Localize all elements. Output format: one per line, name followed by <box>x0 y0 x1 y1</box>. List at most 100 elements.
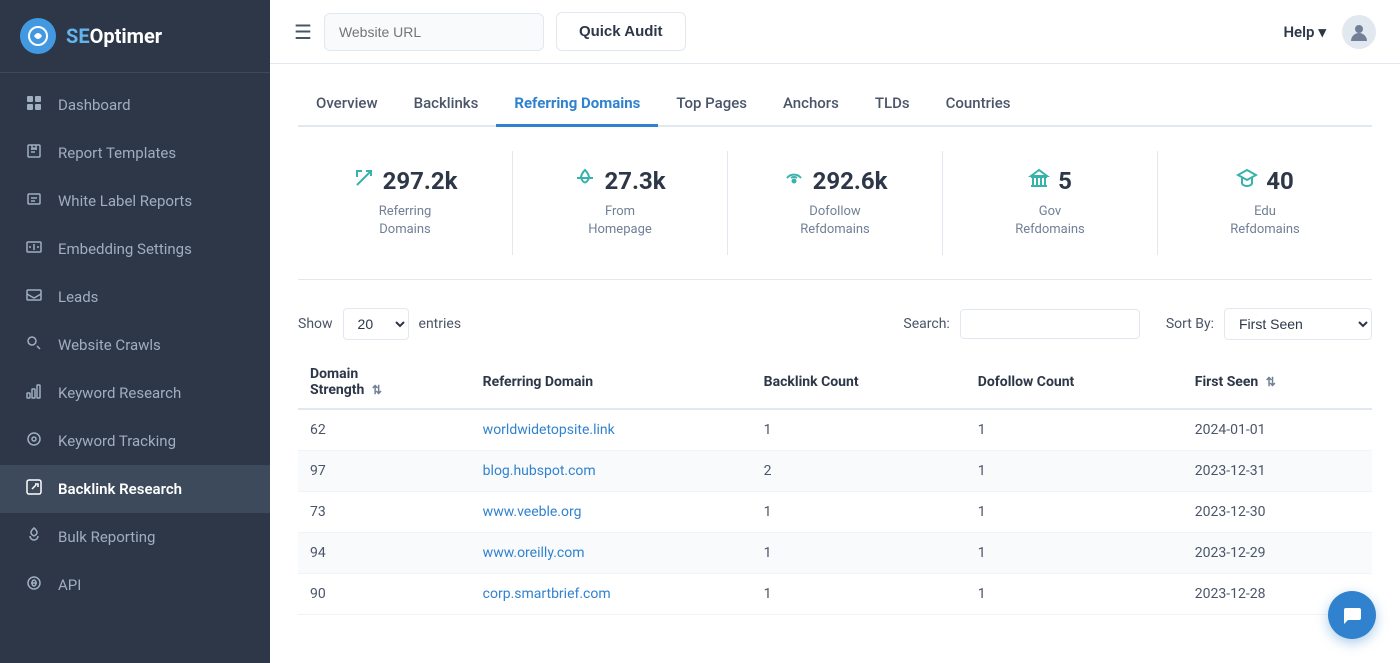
api-icon <box>24 575 44 595</box>
col-domain-strength[interactable]: DomainStrength ⇅ <box>298 356 471 409</box>
sidebar-item-label: Report Templates <box>58 144 176 162</box>
sidebar-item-label: Keyword Tracking <box>58 432 176 450</box>
domain-link[interactable]: blog.hubspot.com <box>483 463 596 479</box>
cell-backlinks: 1 <box>752 574 966 615</box>
table-row: 73 www.veeble.org 1 1 2023-12-30 <box>298 492 1372 533</box>
sidebar-item-report-templates[interactable]: Report Templates <box>0 129 270 177</box>
sidebar-item-embedding[interactable]: Embedding Settings <box>0 225 270 273</box>
entries-select[interactable]: 20 50 100 <box>343 308 409 340</box>
sidebar-item-label: API <box>58 576 81 594</box>
stat-label: EduRefdomains <box>1178 203 1352 239</box>
cell-backlinks: 1 <box>752 492 966 533</box>
logo[interactable]: SEOptimer <box>0 0 270 73</box>
bulk-reporting-icon <box>24 527 44 547</box>
url-input[interactable] <box>324 13 544 51</box>
table-controls: Show 20 50 100 entries Search: Sort By: … <box>298 308 1372 340</box>
embedding-icon <box>24 239 44 259</box>
sidebar-item-white-label[interactable]: White Label Reports <box>0 177 270 225</box>
help-chevron: ▾ <box>1318 23 1326 41</box>
sidebar-item-keyword-research[interactable]: Keyword Research <box>0 369 270 417</box>
cell-first-seen: 2024-01-01 <box>1183 409 1372 451</box>
table-row: 94 www.oreilly.com 1 1 2023-12-29 <box>298 533 1372 574</box>
edu-icon <box>1236 167 1258 195</box>
chat-button[interactable] <box>1328 591 1376 639</box>
cell-dofollow: 1 <box>966 574 1183 615</box>
col-first-seen[interactable]: First Seen ⇅ <box>1183 356 1372 409</box>
referring-domains-icon <box>353 167 375 195</box>
cell-domain: www.veeble.org <box>471 492 752 533</box>
sort-first-seen-icon[interactable]: ⇅ <box>1266 375 1276 389</box>
stat-referring-domains: 297.2k ReferringDomains <box>298 151 513 255</box>
domain-link[interactable]: www.oreilly.com <box>483 545 585 561</box>
search-label: Search: <box>903 316 949 332</box>
content-area: Overview Backlinks Referring Domains Top… <box>270 64 1400 663</box>
cell-first-seen: 2023-12-29 <box>1183 533 1372 574</box>
hamburger-menu[interactable]: ☰ <box>294 20 312 44</box>
domain-link[interactable]: worldwidetopsite.link <box>483 422 615 438</box>
domain-link[interactable]: www.veeble.org <box>483 504 582 520</box>
show-label: Show <box>298 316 333 332</box>
sidebar-item-leads[interactable]: Leads <box>0 273 270 321</box>
dofollow-icon <box>783 167 805 195</box>
sort-select[interactable]: First Seen Domain Strength Backlink Coun… <box>1224 308 1372 340</box>
sort-domain-strength-icon[interactable]: ⇅ <box>372 383 382 397</box>
website-crawls-icon <box>24 335 44 355</box>
stat-gov: 5 GovRefdomains <box>943 151 1158 255</box>
sidebar-item-label: Dashboard <box>58 96 131 114</box>
stat-number: 292.6k <box>748 167 922 195</box>
sidebar-item-dashboard[interactable]: Dashboard <box>0 81 270 129</box>
cell-dofollow: 1 <box>966 451 1183 492</box>
sidebar-item-keyword-tracking[interactable]: Keyword Tracking <box>0 417 270 465</box>
sidebar-item-label: Leads <box>58 288 98 306</box>
sidebar-item-backlink-research[interactable]: Backlink Research <box>0 465 270 513</box>
cell-strength: 94 <box>298 533 471 574</box>
stats-row: 297.2k ReferringDomains 27.3k FromHomepa… <box>298 151 1372 280</box>
sort-label: Sort By: <box>1166 316 1214 332</box>
stat-from-homepage: 27.3k FromHomepage <box>513 151 728 255</box>
tab-top-pages[interactable]: Top Pages <box>658 84 765 127</box>
sidebar-item-bulk-reporting[interactable]: Bulk Reporting <box>0 513 270 561</box>
cell-dofollow: 1 <box>966 409 1183 451</box>
user-avatar[interactable] <box>1342 15 1376 49</box>
keyword-tracking-icon <box>24 431 44 451</box>
sidebar-item-label: Website Crawls <box>58 336 161 354</box>
sidebar-item-label: Bulk Reporting <box>58 528 155 546</box>
logo-icon <box>20 18 56 54</box>
cell-strength: 62 <box>298 409 471 451</box>
header-right: Help ▾ <box>1283 15 1376 49</box>
col-dofollow-count: Dofollow Count <box>966 356 1183 409</box>
report-templates-icon <box>24 143 44 163</box>
tab-backlinks[interactable]: Backlinks <box>396 84 497 127</box>
help-button[interactable]: Help ▾ <box>1283 23 1326 41</box>
keyword-research-icon <box>24 383 44 403</box>
table-row: 90 corp.smartbrief.com 1 1 2023-12-28 <box>298 574 1372 615</box>
from-homepage-icon <box>574 167 596 195</box>
sidebar-item-api[interactable]: API <box>0 561 270 609</box>
sidebar-item-label: White Label Reports <box>58 192 192 210</box>
sidebar-item-website-crawls[interactable]: Website Crawls <box>0 321 270 369</box>
stat-dofollow: 292.6k DofollowRefdomains <box>728 151 943 255</box>
cell-backlinks: 2 <box>752 451 966 492</box>
sidebar-nav: Dashboard Report Templates White Label R… <box>0 73 270 617</box>
main-content: ☰ Quick Audit Help ▾ Overview Backlinks … <box>270 0 1400 663</box>
search-input[interactable] <box>960 309 1140 339</box>
quick-audit-button[interactable]: Quick Audit <box>556 12 686 51</box>
tab-referring-domains[interactable]: Referring Domains <box>496 84 658 127</box>
sidebar-item-label: Keyword Research <box>58 384 181 402</box>
cell-strength: 73 <box>298 492 471 533</box>
referring-domains-table: DomainStrength ⇅ Referring Domain Backli… <box>298 356 1372 615</box>
col-referring-domain: Referring Domain <box>471 356 752 409</box>
dashboard-icon <box>24 95 44 115</box>
help-label: Help <box>1283 23 1314 41</box>
tab-overview[interactable]: Overview <box>298 84 396 127</box>
tab-countries[interactable]: Countries <box>928 84 1029 127</box>
stat-label: DofollowRefdomains <box>748 203 922 239</box>
cell-first-seen: 2023-12-31 <box>1183 451 1372 492</box>
domain-link[interactable]: corp.smartbrief.com <box>483 586 611 602</box>
cell-backlinks: 1 <box>752 409 966 451</box>
sidebar-item-label: Backlink Research <box>58 480 182 498</box>
stat-number: 27.3k <box>533 167 707 195</box>
tab-tlds[interactable]: TLDs <box>857 84 928 127</box>
tab-anchors[interactable]: Anchors <box>765 84 857 127</box>
stat-number: 5 <box>963 167 1137 195</box>
